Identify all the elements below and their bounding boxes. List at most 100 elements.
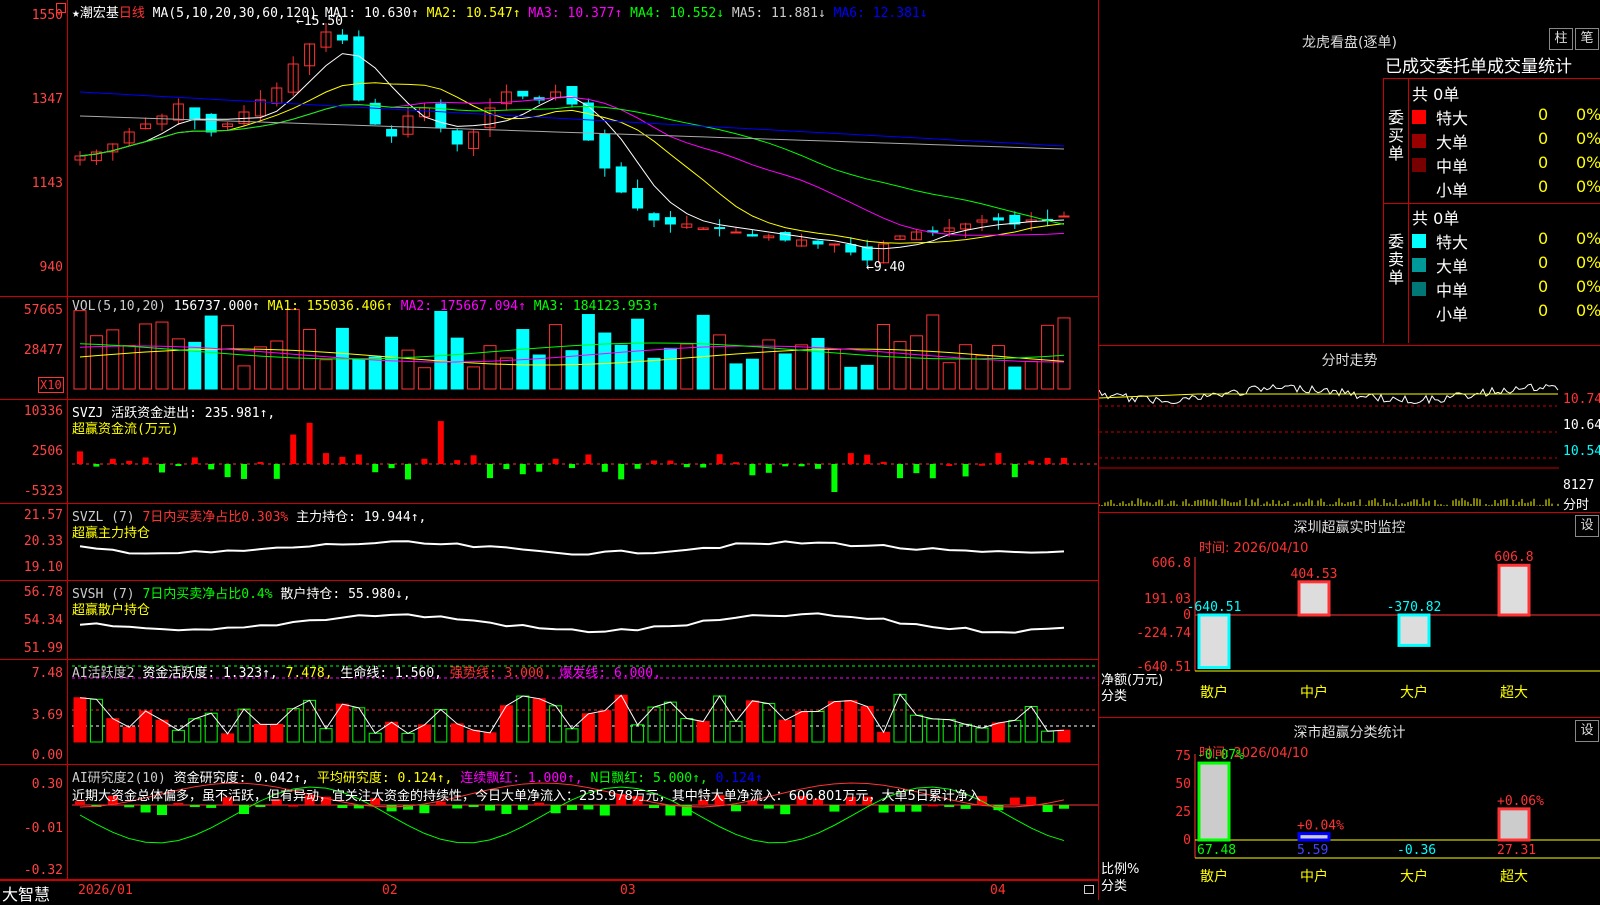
ma-value: MA3: 184123.953↑: [525, 299, 660, 314]
sc-bar-value: -0.36: [1397, 843, 1436, 858]
volume-bar: [89, 335, 103, 390]
period-label: 日线: [118, 6, 145, 21]
volume-bar: [434, 310, 448, 390]
svsh-panel[interactable]: 56.78 54.34 51.99 SVSH (7) 7日内买卖净占比0.4% …: [0, 581, 1098, 660]
ma-value: MA5: 11.881↓: [724, 6, 826, 21]
activity-bar: [483, 732, 497, 743]
svzl-panel[interactable]: 21.57 20.33 19.10 SVZL (7) 7日内买卖净占比0.303…: [0, 504, 1098, 581]
activity-bar: [532, 698, 546, 743]
row-pct: 0%: [1576, 153, 1600, 172]
flow-bar: [454, 460, 461, 464]
sz-bar-label: 606.8: [1494, 550, 1533, 565]
candle-body: [386, 128, 398, 137]
ai-research-panel[interactable]: 0.30 -0.01 -0.32 AI研究度2(10) 资金研究度: 0.042…: [0, 765, 1098, 880]
research-bar: [829, 805, 840, 812]
activity-bar: [811, 711, 825, 743]
research-bar: [649, 805, 659, 809]
volume-panel[interactable]: 57665 28477 X10 VOL(5,10,20) 156737.000↑…: [0, 297, 1098, 400]
volume-bar: [73, 310, 87, 390]
intraday-panel[interactable]: 分时走势 10.74 10.64 10.54 8127 分时: [1098, 345, 1600, 513]
ma-value: MA6: 12.381↓: [825, 6, 928, 21]
legend-swatch: [1412, 158, 1426, 172]
activity-bar: [598, 710, 612, 743]
activity-bar: [89, 698, 103, 743]
activity-bar: [516, 695, 530, 743]
candle-body: [992, 217, 1004, 221]
volume-bar: [221, 325, 235, 390]
research-bar: [878, 805, 889, 813]
sc-tick: 25: [1175, 805, 1191, 820]
activity-bar: [270, 723, 284, 743]
sz-bar: [1397, 613, 1431, 647]
activity-bar: [680, 717, 694, 743]
longhu-row: 特大 0 0%: [1412, 105, 1600, 129]
sc-stats-panel[interactable]: 深市超赢分类统计 设 时间: 2026/04/10 75 50 25 0 67.48 -0…: [1098, 717, 1600, 900]
volume-bar: [253, 346, 267, 390]
sc-bar-value: 5.59: [1297, 843, 1328, 858]
row-name: 小单: [1436, 181, 1469, 200]
sz-tick: 606.8: [1152, 556, 1191, 571]
sc-bar-value: 27.31: [1497, 843, 1536, 858]
volume-bar: [139, 323, 153, 390]
volume-bar: [991, 345, 1005, 390]
flow-bar: [208, 464, 215, 470]
volume-bar: [811, 337, 825, 390]
sc-bar-pct: +0.04%: [1297, 819, 1344, 834]
flow-bar: [1061, 457, 1067, 464]
candle-body: [517, 90, 529, 97]
flow-bar: [1044, 457, 1051, 464]
sc-category: 大户: [1400, 868, 1428, 885]
longhu-tabs[interactable]: 已成交委托单成交量统计: [1385, 52, 1572, 77]
intraday-tick: 10.74: [1563, 392, 1600, 407]
flow-bar: [847, 453, 854, 464]
ma-value: MA2: 10.547↑: [418, 6, 521, 21]
candle-body: [812, 240, 824, 245]
kline-panel[interactable]: 1550 1347 1143 940 ★潮宏基日线 MA(5,10,20,30,…: [0, 0, 1098, 297]
ma-value: MA1: 155036.406↑: [267, 299, 393, 314]
kline-header: ★潮宏基日线 MA(5,10,20,30,60,120) MA1: 10.630…: [72, 2, 928, 21]
kline-chart: [74, 23, 1070, 267]
date-label: 2026/01: [78, 883, 133, 898]
sz-tick: 191.03: [1144, 592, 1191, 607]
volume-bar: [647, 357, 661, 390]
flow-bar: [159, 464, 165, 473]
activity-bar: [499, 705, 513, 743]
activity-bar: [1057, 729, 1071, 743]
sc-bar-pct: +0.06%: [1497, 794, 1544, 809]
flow-bar: [241, 464, 247, 479]
bar-mode-button[interactable]: 柱: [1549, 28, 1573, 50]
flow-bar: [651, 460, 657, 464]
flow-bar: [175, 464, 182, 466]
ai-comment: 近期大资金总体偏多，虽不活跃，但有异动，宜关注大资金的持续性，今日大单净流入：2…: [72, 789, 981, 804]
sz-monitor-panel[interactable]: 深圳超赢实时监控 设 时间: 2026/04/10 606.8 191.03 0 -2…: [1098, 512, 1600, 717]
activity-bar: [909, 714, 923, 743]
candle-body: [566, 86, 578, 105]
low-marker: ←9.40: [866, 260, 906, 275]
ma-value: MA3: 10.377↑: [520, 6, 623, 21]
volume-bar: [893, 341, 907, 390]
tick-mode-button[interactable]: 笔: [1575, 28, 1599, 50]
legend-swatch: [1412, 282, 1426, 296]
volume-bar: [401, 349, 415, 390]
activity-bar: [73, 697, 87, 743]
flow-bar: [290, 434, 297, 464]
row-value: 0: [1538, 105, 1549, 124]
research-bar: [501, 805, 512, 814]
ma-line: [79, 96, 1065, 236]
volume-bar: [1041, 324, 1055, 390]
flow-bar: [323, 453, 329, 464]
research-bar: [960, 805, 971, 809]
activity-bar: [106, 718, 120, 743]
flow-bar: [683, 464, 690, 468]
flow-bar: [388, 464, 395, 469]
ai-activity-panel[interactable]: 7.48 3.69 0.00 AI活跃度2 资金活跃度: 1.323↑, 7.4…: [0, 660, 1098, 765]
activity-bar: [729, 720, 743, 743]
research-bar: [206, 805, 217, 808]
activity-bar: [319, 728, 333, 743]
research-bar: [140, 805, 151, 813]
longhu-row: 中单 0 0%: [1412, 153, 1600, 177]
lock-icon[interactable]: [1084, 885, 1094, 894]
volume-bar: [467, 366, 481, 390]
svzj-panel[interactable]: 10336 2506 -5323 SVZJ 活跃资金进出: 235.981↑, …: [0, 400, 1098, 504]
longhu-row: 大单 0 0%: [1412, 129, 1600, 153]
